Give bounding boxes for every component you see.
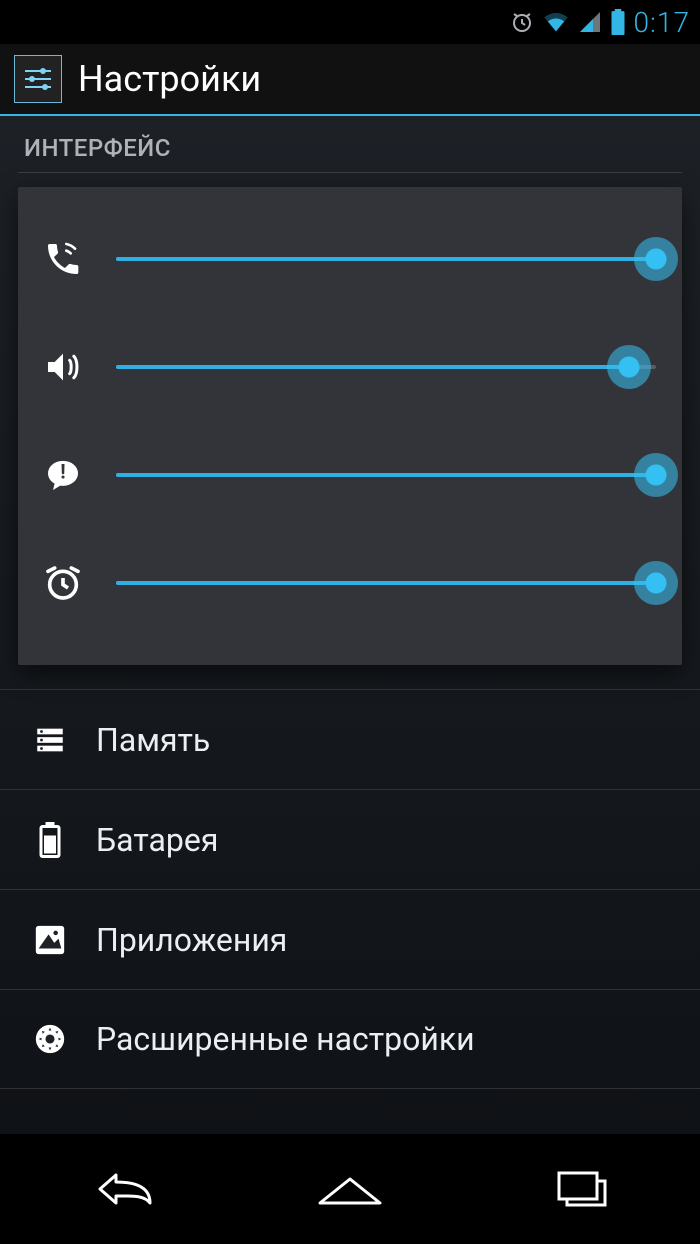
- content: ИНТЕРФЕЙС !: [0, 116, 700, 1134]
- row-advanced-label: Расширенные настройки: [96, 1020, 475, 1058]
- volume-row-media: [38, 313, 656, 421]
- status-bar: 0:17: [0, 0, 700, 44]
- divider: [18, 172, 682, 173]
- notification-icon: !: [38, 455, 88, 495]
- alarm-icon: [510, 10, 534, 34]
- alarm-clock-icon: [38, 563, 88, 603]
- row-battery[interactable]: Батарея: [0, 789, 700, 889]
- row-battery-label: Батарея: [96, 821, 218, 859]
- row-apps-label: Приложения: [96, 921, 287, 959]
- status-time: 0:17: [634, 6, 690, 39]
- volume-row-alarm: [38, 529, 656, 637]
- volume-panel: !: [18, 187, 682, 665]
- settings-list: Память Батарея Приложения Расширенные на…: [0, 689, 700, 1089]
- back-button[interactable]: [37, 1159, 197, 1219]
- action-bar: Настройки: [0, 44, 700, 116]
- phone-icon: [38, 239, 88, 279]
- page-title: Настройки: [78, 58, 261, 100]
- alarm-volume-slider[interactable]: [116, 561, 656, 605]
- storage-icon: [28, 723, 72, 757]
- gear-icon: [28, 1022, 72, 1056]
- row-apps[interactable]: Приложения: [0, 889, 700, 989]
- speaker-icon: [38, 347, 88, 387]
- home-button[interactable]: [270, 1159, 430, 1219]
- volume-row-notification: !: [38, 421, 656, 529]
- section-interface: ИНТЕРФЕЙС: [0, 116, 700, 172]
- settings-app-icon: [14, 55, 62, 103]
- notification-volume-slider[interactable]: [116, 453, 656, 497]
- recents-button[interactable]: [503, 1159, 663, 1219]
- navigation-bar: [0, 1134, 700, 1244]
- battery-icon: [610, 9, 626, 35]
- ringer-volume-slider[interactable]: [116, 237, 656, 281]
- wifi-icon: [542, 10, 570, 34]
- battery-menu-icon: [28, 822, 72, 858]
- volume-row-ringer: [38, 205, 656, 313]
- row-advanced[interactable]: Расширенные настройки: [0, 989, 700, 1089]
- signal-icon: [578, 10, 602, 34]
- row-storage[interactable]: Память: [0, 689, 700, 789]
- row-storage-label: Память: [96, 721, 210, 759]
- svg-text:!: !: [60, 459, 65, 483]
- apps-icon: [28, 923, 72, 957]
- media-volume-slider[interactable]: [116, 345, 656, 389]
